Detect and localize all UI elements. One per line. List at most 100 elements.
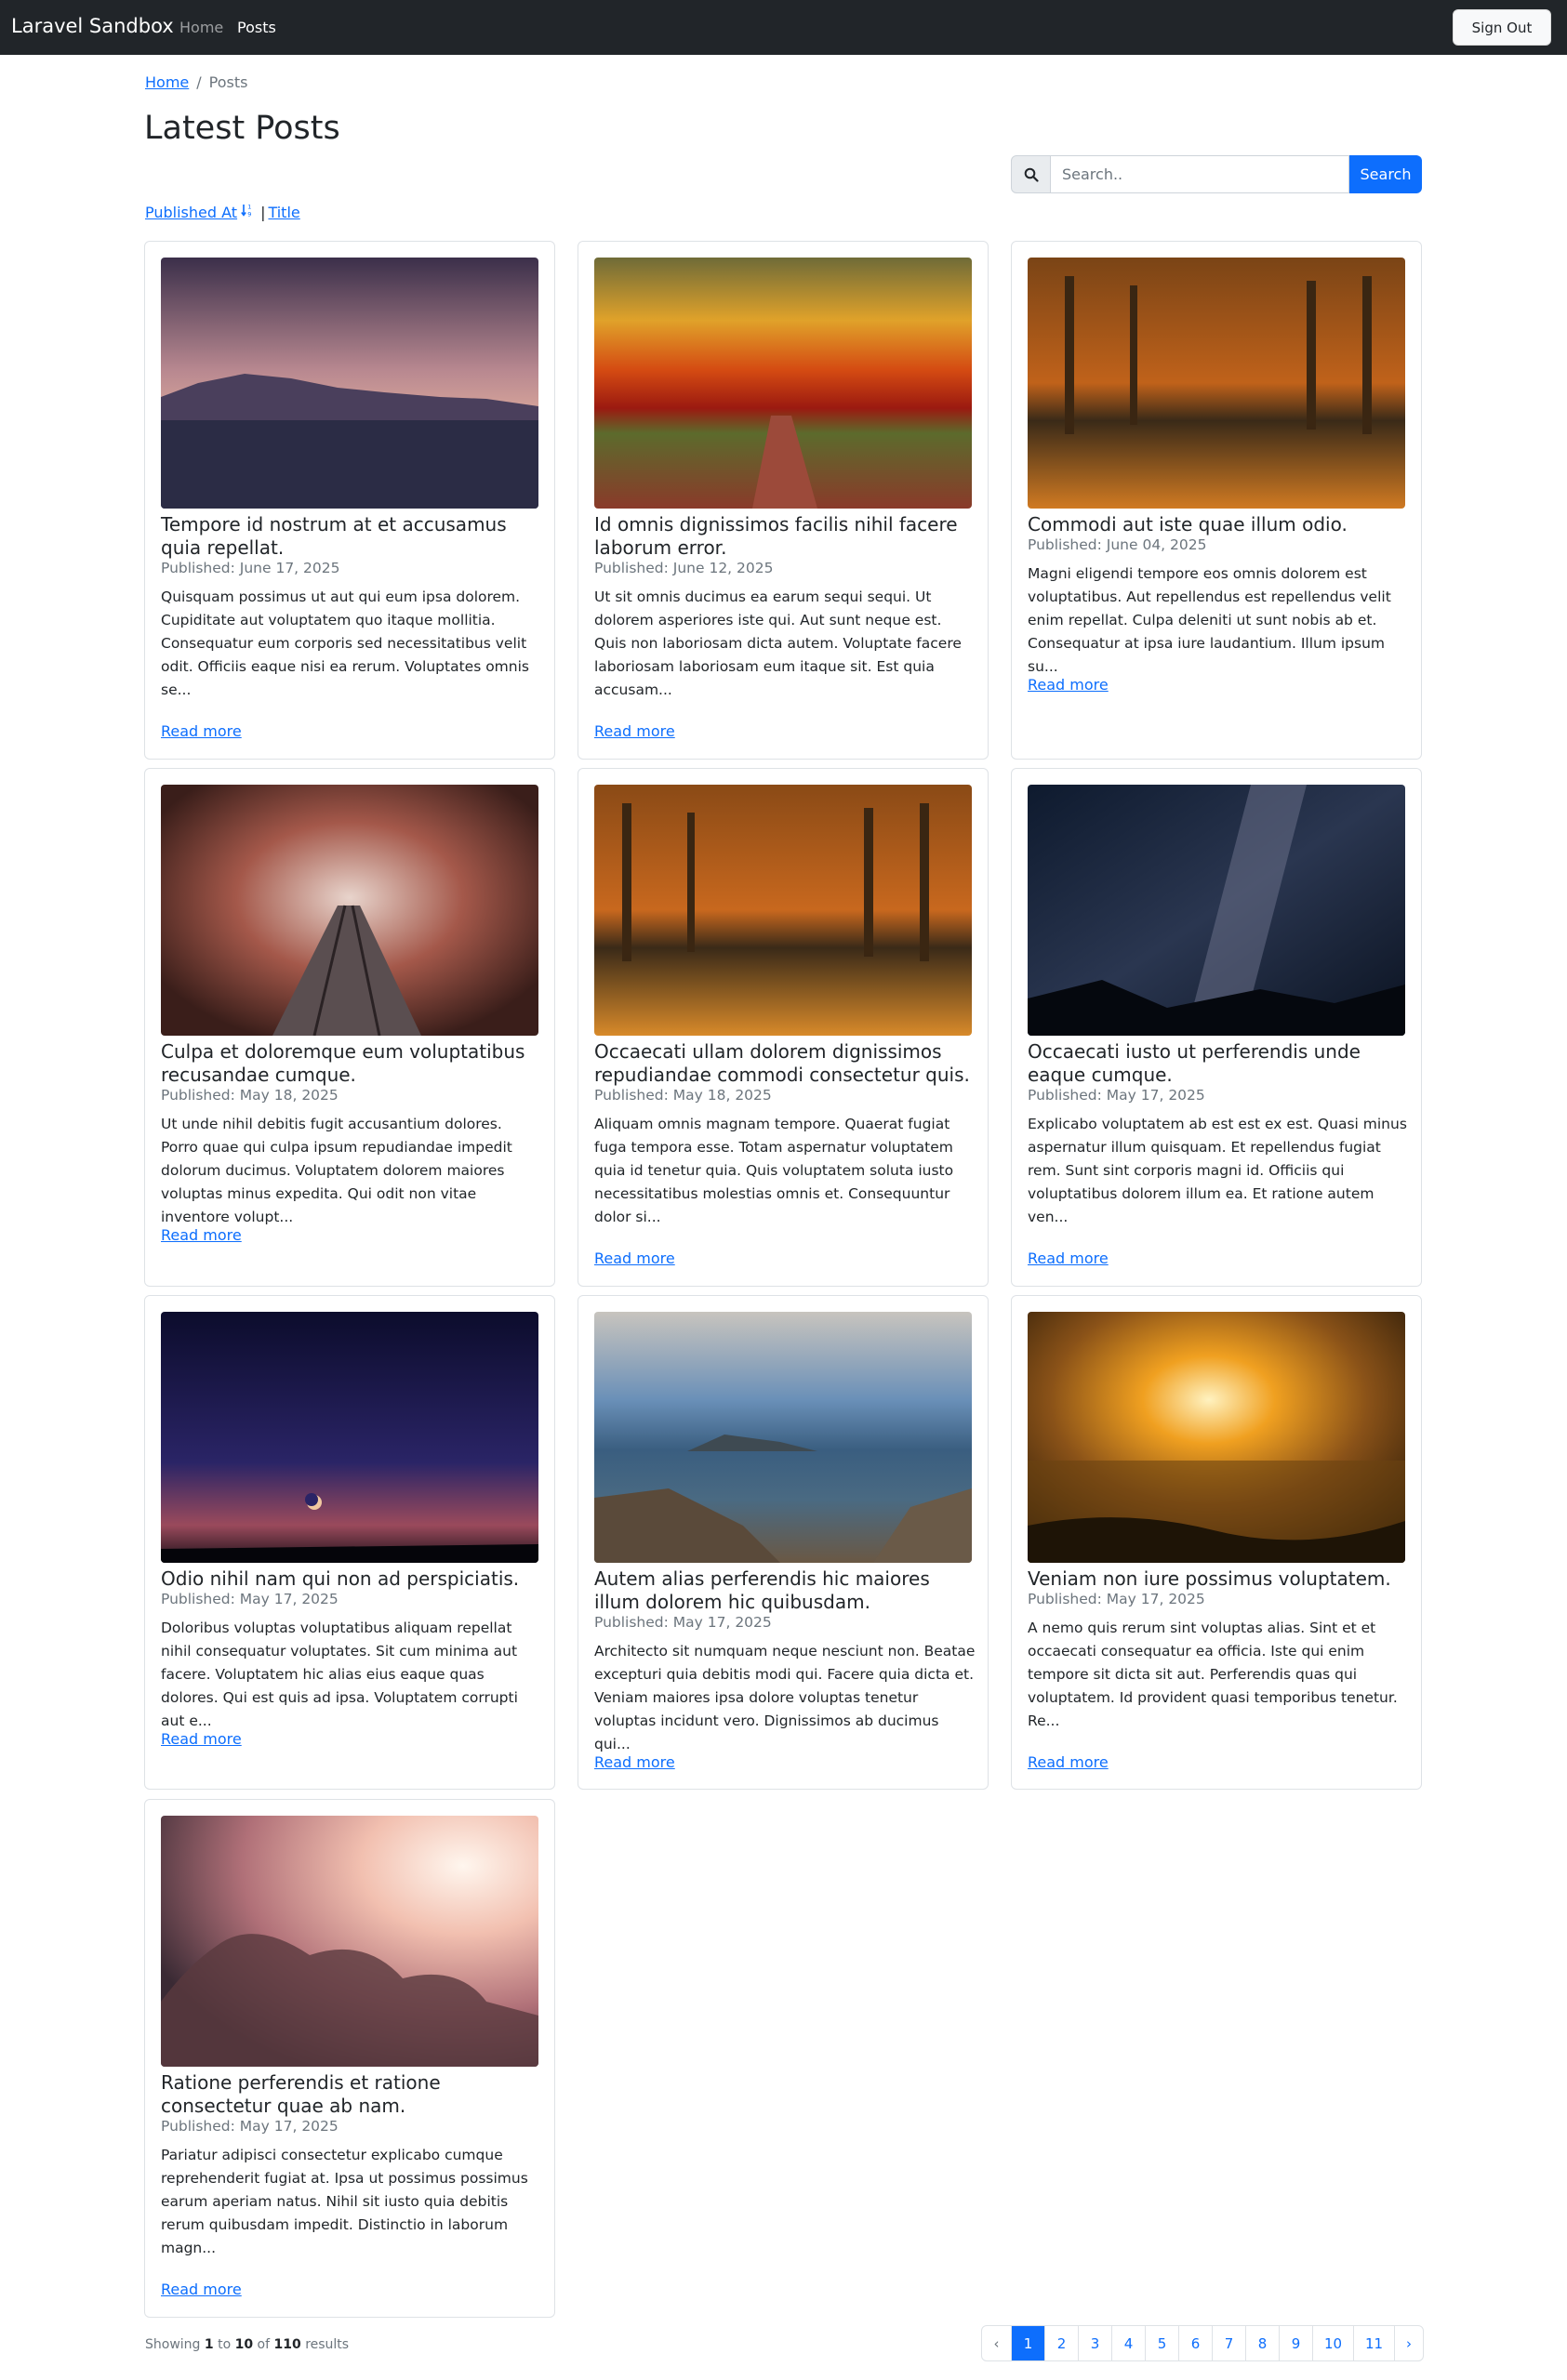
results-label: results — [305, 2337, 350, 2352]
results-to: 10 — [234, 2337, 254, 2352]
nav-link-home[interactable]: Home — [179, 19, 223, 36]
pagination-page[interactable]: 9 — [1279, 2326, 1312, 2360]
post-date: Published: May 17, 2025 — [161, 2118, 339, 2135]
post-date: Published: May 17, 2025 — [1028, 1087, 1205, 1104]
post-title[interactable]: Veniam non iure possimus voluptatem. — [1028, 1567, 1409, 1591]
read-more-link[interactable]: Read more — [161, 1226, 242, 1244]
post-title[interactable]: Ratione perferendis et ratione consectet… — [161, 2071, 542, 2118]
post-date: Published: May 17, 2025 — [1028, 1591, 1205, 1607]
read-more-link[interactable]: Read more — [161, 2281, 242, 2298]
post-image — [594, 258, 972, 509]
post-card: Commodi aut iste quae illum odio. Publis… — [1011, 241, 1422, 760]
post-card: Occaecati ullam dolorem dignissimos repu… — [578, 768, 989, 1287]
pagination-page[interactable]: 7 — [1212, 2326, 1245, 2360]
post-excerpt: Magni eligendi tempore eos omnis dolorem… — [1028, 565, 1391, 675]
post-image — [1028, 785, 1405, 1036]
read-more-link[interactable]: Read more — [1028, 1753, 1109, 1771]
breadcrumb-separator: / — [196, 73, 202, 91]
post-card: Autem alias perferendis hic maiores illu… — [578, 1295, 989, 1790]
pagination-page[interactable]: 3 — [1078, 2326, 1111, 2360]
post-card: Veniam non iure possimus voluptatem. Pub… — [1011, 1295, 1422, 1790]
showing-label: Showing — [145, 2337, 201, 2352]
sort-title-link[interactable]: Title — [268, 204, 299, 221]
post-card: Odio nihil nam qui non ad perspiciatis. … — [144, 1295, 555, 1790]
post-image — [1028, 258, 1405, 509]
pagination-page[interactable]: 5 — [1145, 2326, 1178, 2360]
post-card: Tempore id nostrum at et accusamus quia … — [144, 241, 555, 760]
sort-published-at-link[interactable]: Published At 1 9 — [145, 203, 258, 222]
post-card: Culpa et doloremque eum voluptatibus rec… — [144, 768, 555, 1287]
post-date: Published: May 17, 2025 — [161, 1591, 339, 1607]
post-excerpt: Explicabo voluptatem ab est est ex est. … — [1028, 1116, 1407, 1225]
post-title[interactable]: Odio nihil nam qui non ad perspiciatis. — [161, 1567, 542, 1591]
post-image — [161, 1816, 538, 2067]
post-date: Published: June 17, 2025 — [161, 560, 340, 576]
pagination: ‹ 1 2 3 4 5 6 7 8 9 10 11 › — [981, 2325, 1424, 2361]
read-more-link[interactable]: Read more — [1028, 1250, 1109, 1267]
search-button[interactable]: Search — [1349, 155, 1422, 193]
post-date: Published: June 12, 2025 — [594, 560, 774, 576]
results-summary: Showing 1 to 10 of 110 results — [145, 2337, 349, 2352]
pagination-page[interactable]: 10 — [1312, 2326, 1353, 2360]
post-excerpt: Quisquam possimus ut aut qui eum ipsa do… — [161, 588, 529, 698]
post-excerpt: Ut sit omnis ducimus ea earum sequi sequ… — [594, 588, 962, 698]
post-image — [594, 1312, 972, 1563]
navbar-brand[interactable]: Laravel Sandbox — [11, 15, 174, 37]
post-date: Published: May 17, 2025 — [594, 1614, 772, 1631]
post-title[interactable]: Id omnis dignissimos facilis nihil facer… — [594, 513, 976, 560]
svg-text:9: 9 — [247, 211, 251, 218]
pagination-page[interactable]: 6 — [1178, 2326, 1212, 2360]
of-label: of — [257, 2337, 271, 2352]
pagination-page[interactable]: 8 — [1245, 2326, 1279, 2360]
post-excerpt: A nemo quis rerum sint voluptas alias. S… — [1028, 1620, 1398, 1729]
breadcrumb-home-link[interactable]: Home — [145, 73, 189, 91]
pagination-next[interactable]: › — [1394, 2326, 1423, 2360]
post-title[interactable]: Commodi aut iste quae illum odio. — [1028, 513, 1409, 536]
post-excerpt: Architecto sit numquam neque nesciunt no… — [594, 1643, 976, 1752]
read-more-link[interactable]: Read more — [594, 1753, 675, 1771]
sort-published-at-label: Published At — [145, 204, 238, 221]
navbar: Laravel Sandbox Home Posts Sign Out — [0, 0, 1567, 55]
post-image — [161, 1312, 538, 1563]
breadcrumb: Home / Posts — [145, 73, 247, 91]
pagination-prev[interactable]: ‹ — [982, 2326, 1011, 2360]
sort-bar: Published At 1 9 | Title — [145, 203, 300, 222]
nav-link-posts[interactable]: Posts — [237, 19, 276, 36]
post-excerpt: Pariatur adipisci consectetur explicabo … — [161, 2147, 528, 2256]
post-card: Occaecati iusto ut perferendis unde eaqu… — [1011, 768, 1422, 1287]
to-label: to — [218, 2337, 232, 2352]
pagination-page[interactable]: 1 — [1011, 2326, 1044, 2360]
results-total: 110 — [273, 2337, 301, 2352]
read-more-link[interactable]: Read more — [1028, 676, 1109, 694]
read-more-link[interactable]: Read more — [161, 722, 242, 740]
post-title[interactable]: Occaecati iusto ut perferendis unde eaqu… — [1028, 1040, 1409, 1087]
post-image — [1028, 1312, 1405, 1563]
post-title[interactable]: Tempore id nostrum at et accusamus quia … — [161, 513, 542, 560]
post-image — [161, 785, 538, 1036]
read-more-link[interactable]: Read more — [594, 1250, 675, 1267]
search-input[interactable] — [1051, 155, 1349, 193]
sort-numeric-down-icon: 19 — [241, 203, 254, 221]
post-card: Id omnis dignissimos facilis nihil facer… — [578, 241, 989, 760]
post-title[interactable]: Autem alias perferendis hic maiores illu… — [594, 1567, 976, 1614]
post-title[interactable]: Occaecati ullam dolorem dignissimos repu… — [594, 1040, 976, 1087]
results-from: 1 — [204, 2337, 214, 2352]
search-icon — [1011, 155, 1051, 193]
post-image — [161, 258, 538, 509]
pagination-page[interactable]: 2 — [1044, 2326, 1078, 2360]
svg-text:1: 1 — [247, 204, 251, 211]
sort-separator: | — [260, 203, 266, 221]
post-card: Ratione perferendis et ratione consectet… — [144, 1799, 555, 2318]
post-date: Published: May 18, 2025 — [594, 1087, 772, 1104]
read-more-link[interactable]: Read more — [594, 722, 675, 740]
search-form: Search — [1011, 155, 1422, 193]
sign-out-button[interactable]: Sign Out — [1453, 9, 1551, 46]
page-title: Latest Posts — [144, 110, 340, 147]
read-more-link[interactable]: Read more — [161, 1730, 242, 1748]
post-excerpt: Ut unde nihil debitis fugit accusantium … — [161, 1116, 512, 1225]
post-title[interactable]: Culpa et doloremque eum voluptatibus rec… — [161, 1040, 542, 1087]
pagination-page[interactable]: 11 — [1353, 2326, 1394, 2360]
breadcrumb-current: Posts — [208, 73, 248, 91]
post-date: Published: June 04, 2025 — [1028, 536, 1207, 553]
pagination-page[interactable]: 4 — [1111, 2326, 1145, 2360]
